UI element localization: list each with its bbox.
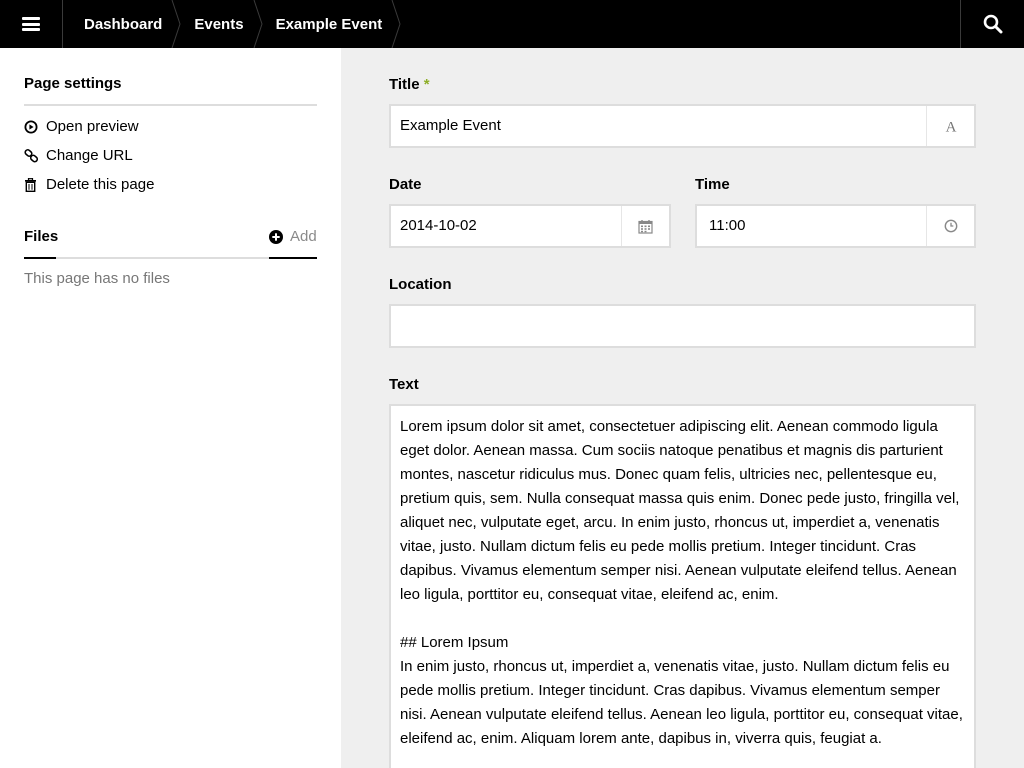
page-settings-title: Page settings [24, 75, 122, 92]
sidebar: Page settings Open preview Change URL De… [0, 48, 341, 768]
trash-icon [24, 177, 40, 192]
add-file-button[interactable]: Add [269, 224, 317, 259]
files-title-underline [24, 257, 56, 259]
page-settings-header: Page settings [24, 48, 317, 106]
font-icon: A [926, 106, 974, 146]
title-label-text: Title [389, 76, 420, 93]
text-paragraph-2: In enim justo, rhoncus ut, imperdiet a, … [400, 658, 963, 747]
breadcrumb-item-example-event[interactable]: Example Event [255, 0, 401, 48]
link-icon [24, 148, 40, 163]
files-title: Files [24, 228, 59, 245]
calendar-icon[interactable] [621, 206, 669, 246]
date-input-value: 2014-10-02 [400, 217, 477, 234]
breadcrumb-label: Dashboard [84, 15, 163, 33]
breadcrumb-label: Events [194, 15, 244, 33]
time-label: Time [695, 176, 730, 193]
no-files-message: This page has no files [24, 270, 170, 287]
text-paragraph-1: Lorem ipsum dolor sit amet, consectetuer… [400, 418, 960, 603]
text-label: Text [389, 376, 419, 393]
top-bar: Dashboard Events Example Event [0, 0, 1024, 48]
change-url-label: Change URL [46, 147, 133, 164]
text-heading: ## Lorem Ipsum [400, 634, 509, 651]
search-button[interactable] [960, 0, 1024, 48]
title-label: Title * [389, 76, 430, 93]
location-label: Location [389, 276, 452, 293]
breadcrumb: Dashboard Events Example Event [63, 0, 401, 48]
menu-button[interactable] [0, 0, 63, 48]
play-circle-icon [24, 120, 40, 134]
location-input[interactable] [389, 304, 976, 348]
files-header: Files Add [24, 224, 317, 259]
breadcrumb-separator-icon [391, 0, 401, 48]
open-preview-label: Open preview [46, 118, 139, 135]
clock-icon[interactable] [926, 206, 974, 246]
delete-page-link[interactable]: Delete this page [24, 176, 154, 193]
breadcrumb-item-dashboard[interactable]: Dashboard [63, 0, 181, 48]
breadcrumb-label: Example Event [275, 15, 383, 33]
time-input[interactable]: 11:00 [695, 204, 976, 248]
text-textarea[interactable]: Lorem ipsum dolor sit amet, consectetuer… [389, 404, 976, 768]
title-input[interactable]: Example Event A [389, 104, 976, 148]
add-file-label: Add [290, 228, 317, 245]
required-mark: * [423, 76, 430, 93]
svg-text:A: A [945, 120, 956, 134]
date-label: Date [389, 176, 422, 193]
change-url-link[interactable]: Change URL [24, 147, 133, 164]
title-input-value: Example Event [400, 117, 501, 134]
open-preview-link[interactable]: Open preview [24, 118, 139, 135]
plus-circle-icon [269, 230, 283, 248]
search-icon [983, 14, 1002, 34]
time-input-value: 11:00 [709, 217, 746, 234]
breadcrumb-item-events[interactable]: Events [173, 0, 263, 48]
delete-page-label: Delete this page [46, 176, 155, 193]
hamburger-icon [22, 17, 40, 31]
date-input[interactable]: 2014-10-02 [389, 204, 671, 248]
